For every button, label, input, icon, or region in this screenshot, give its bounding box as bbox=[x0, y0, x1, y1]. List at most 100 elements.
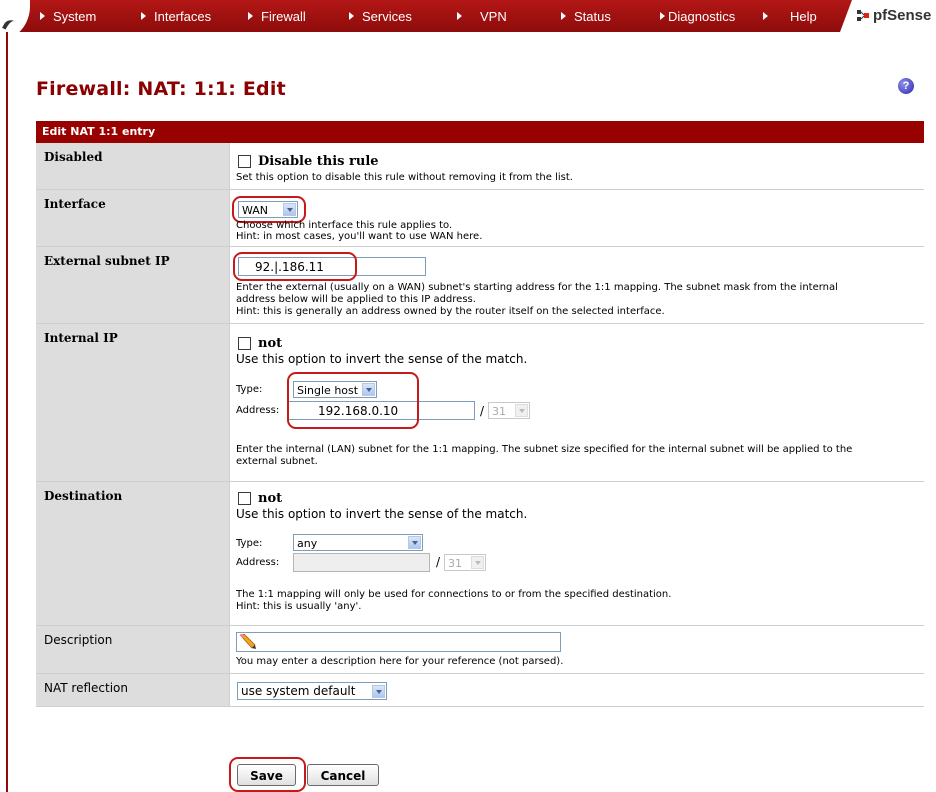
chevron-down-icon bbox=[471, 556, 484, 569]
top-nav-bar: System Interfaces Firewall Services VPN … bbox=[0, 0, 936, 32]
chevron-down-icon bbox=[362, 383, 375, 396]
interface-select-value: WAN bbox=[242, 204, 269, 217]
description-hint: You may enter a description here for you… bbox=[236, 656, 564, 667]
nav-item-interfaces[interactable]: Interfaces bbox=[141, 9, 211, 24]
destination-hint-2: Hint: this is usually 'any'. bbox=[236, 601, 362, 612]
row-internal-ip: Internal IP not Use this option to inver… bbox=[36, 324, 924, 482]
row-value: Disable this rule Set this option to dis… bbox=[231, 143, 924, 189]
destination-not-checkbox[interactable] bbox=[238, 492, 251, 505]
row-label: Internal IP bbox=[36, 324, 230, 481]
external-ip-hint-2: address below will be applied to this IP… bbox=[236, 294, 476, 305]
form-header: Edit NAT 1:1 entry bbox=[36, 121, 924, 143]
chevron-down-icon bbox=[372, 685, 385, 698]
row-external-subnet: External subnet IP 92.|.186.11 Enter the… bbox=[36, 247, 924, 324]
external-ip-hint: Enter the external (usually on a WAN) su… bbox=[236, 282, 838, 293]
internal-type-label: Type: bbox=[236, 384, 263, 395]
triangle-right-icon bbox=[660, 12, 665, 20]
destination-not-hint: Use this option to invert the sense of t… bbox=[236, 507, 528, 521]
nav-item-label: Interfaces bbox=[154, 9, 212, 24]
destination-mask-select[interactable]: 31 bbox=[444, 554, 486, 571]
triangle-right-icon bbox=[457, 12, 462, 20]
internal-mask-value: 31 bbox=[492, 405, 506, 418]
nav-item-label: Diagnostics bbox=[668, 9, 736, 24]
row-interface: Interface WAN Choose which interface thi… bbox=[36, 190, 924, 247]
interface-select[interactable]: WAN bbox=[238, 201, 298, 218]
triangle-right-icon bbox=[763, 12, 768, 20]
triangle-right-icon bbox=[40, 12, 45, 20]
mask-separator: / bbox=[436, 555, 441, 569]
nat-reflection-value: use system default bbox=[241, 684, 356, 698]
pfsense-logo-icon bbox=[857, 10, 869, 21]
internal-type-select[interactable]: Single host bbox=[293, 381, 377, 398]
destination-type-label: Type: bbox=[236, 538, 263, 549]
internal-hint: Enter the internal (LAN) subnet for the … bbox=[236, 444, 853, 455]
row-value: not Use this option to invert the sense … bbox=[231, 482, 924, 625]
external-ip-input[interactable]: 92.|.186.11 bbox=[238, 257, 426, 276]
internal-type-value: Single host bbox=[297, 384, 359, 397]
internal-not-hint: Use this option to invert the sense of t… bbox=[236, 352, 528, 366]
row-label: Description bbox=[36, 626, 230, 673]
nat-reflection-select[interactable]: use system default bbox=[237, 682, 387, 700]
internal-hint-2: external subnet. bbox=[236, 456, 318, 467]
row-value: WAN Choose which interface this rule app… bbox=[231, 190, 924, 246]
destination-mask-value: 31 bbox=[448, 557, 462, 570]
destination-hint: The 1:1 mapping will only be used for co… bbox=[236, 589, 672, 600]
triangle-right-icon bbox=[141, 12, 146, 20]
brand-name: pfSense bbox=[873, 7, 932, 24]
cancel-button[interactable]: Cancel bbox=[307, 764, 379, 786]
triangle-right-icon bbox=[561, 12, 566, 20]
row-label: External subnet IP bbox=[36, 247, 230, 323]
left-border-line bbox=[6, 32, 8, 792]
row-nat-reflection: NAT reflection use system default bbox=[36, 674, 924, 707]
nav-item-diagnostics[interactable]: Diagnostics bbox=[660, 9, 735, 24]
mask-separator: / bbox=[480, 404, 485, 418]
external-ip-value: 92.|.186.11 bbox=[255, 260, 324, 274]
nav-item-label: VPN bbox=[480, 9, 507, 24]
pencil-icon bbox=[239, 634, 256, 649]
internal-address-input[interactable]: 192.168.0.10 bbox=[287, 401, 475, 420]
disable-rule-hint: Set this option to disable this rule wit… bbox=[236, 172, 573, 183]
row-label: Disabled bbox=[36, 143, 230, 189]
row-description: Description You may enter a description … bbox=[36, 626, 924, 674]
brand-logo-area[interactable]: pfSense bbox=[840, 0, 936, 32]
disable-rule-checkbox[interactable] bbox=[238, 155, 251, 168]
nav-item-help[interactable]: Help bbox=[763, 9, 817, 24]
row-value: use system default bbox=[231, 674, 924, 706]
disable-rule-label: Disable this rule bbox=[258, 154, 379, 169]
internal-not-label: not bbox=[258, 336, 283, 351]
row-destination: Destination not Use this option to inver… bbox=[36, 482, 924, 626]
triangle-right-icon bbox=[349, 12, 354, 20]
internal-address-value: 192.168.0.10 bbox=[318, 404, 399, 418]
chevron-down-icon bbox=[515, 404, 528, 417]
row-value: You may enter a description here for you… bbox=[231, 626, 924, 673]
nat-edit-form: Edit NAT 1:1 entry Disabled Disable this… bbox=[36, 121, 924, 707]
nav-item-services[interactable]: Services bbox=[349, 9, 412, 24]
nav-item-label: Help bbox=[790, 9, 817, 24]
destination-not-label: not bbox=[258, 491, 283, 506]
save-button[interactable]: Save bbox=[237, 764, 296, 786]
row-disabled: Disabled Disable this rule Set this opti… bbox=[36, 143, 924, 190]
destination-address-label: Address: bbox=[236, 557, 280, 568]
page-title: Firewall: NAT: 1:1: Edit bbox=[36, 78, 286, 100]
row-value: not Use this option to invert the sense … bbox=[231, 324, 924, 481]
nav-item-label: System bbox=[53, 9, 97, 24]
interface-hint-2: Hint: in most cases, you'll want to use … bbox=[236, 231, 483, 242]
help-icon[interactable]: ? bbox=[898, 78, 914, 94]
internal-address-label: Address: bbox=[236, 405, 280, 416]
nav-item-vpn[interactable]: VPN bbox=[457, 9, 507, 24]
description-input[interactable] bbox=[236, 632, 561, 652]
corner-curl-decoration bbox=[0, 0, 30, 32]
internal-not-checkbox[interactable] bbox=[238, 337, 251, 350]
row-label: Interface bbox=[36, 190, 230, 246]
internal-mask-select[interactable]: 31 bbox=[488, 402, 530, 419]
row-value: 92.|.186.11 Enter the external (usually … bbox=[231, 247, 924, 323]
nav-item-system[interactable]: System bbox=[40, 9, 96, 24]
destination-type-select[interactable]: any bbox=[293, 534, 423, 551]
triangle-right-icon bbox=[248, 12, 253, 20]
nav-item-label: Status bbox=[574, 9, 611, 24]
row-label: Destination bbox=[36, 482, 230, 625]
nav-item-status[interactable]: Status bbox=[561, 9, 611, 24]
destination-type-value: any bbox=[297, 537, 318, 550]
nav-item-firewall[interactable]: Firewall bbox=[248, 9, 306, 24]
destination-address-input[interactable] bbox=[293, 553, 430, 572]
